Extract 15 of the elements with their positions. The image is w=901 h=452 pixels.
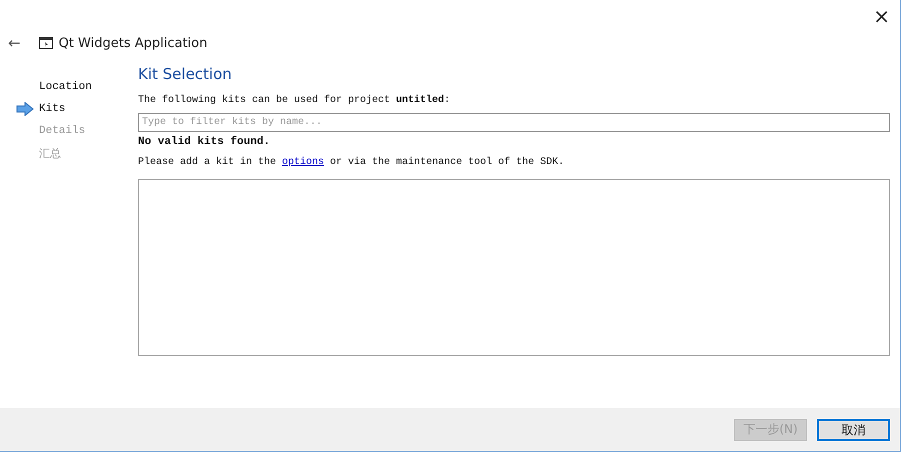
window-icon	[38, 37, 53, 49]
step-label: Details	[39, 125, 86, 137]
page-title: Kit Selection	[138, 65, 233, 85]
warning-text: No valid kits found.	[138, 136, 272, 150]
step-label: Kits	[39, 103, 66, 115]
step-label: 汇总	[39, 147, 61, 160]
intro-text: The following kits can be used for project untitled:	[138, 95, 452, 108]
back-button[interactable]: ←	[8, 34, 21, 52]
close-button[interactable]: ×	[873, 6, 890, 26]
step-label: Location	[39, 81, 92, 93]
filter-field[interactable]: Type to filter kits by name...	[138, 113, 890, 132]
hint-text: Please add a kit in the options or via the maintenance tool of the SDK.	[138, 157, 566, 170]
cancel-button[interactable]: 取消	[817, 418, 890, 440]
wizard-title: Qt Widgets Application	[58, 36, 208, 50]
options-link[interactable]: options	[282, 157, 324, 168]
